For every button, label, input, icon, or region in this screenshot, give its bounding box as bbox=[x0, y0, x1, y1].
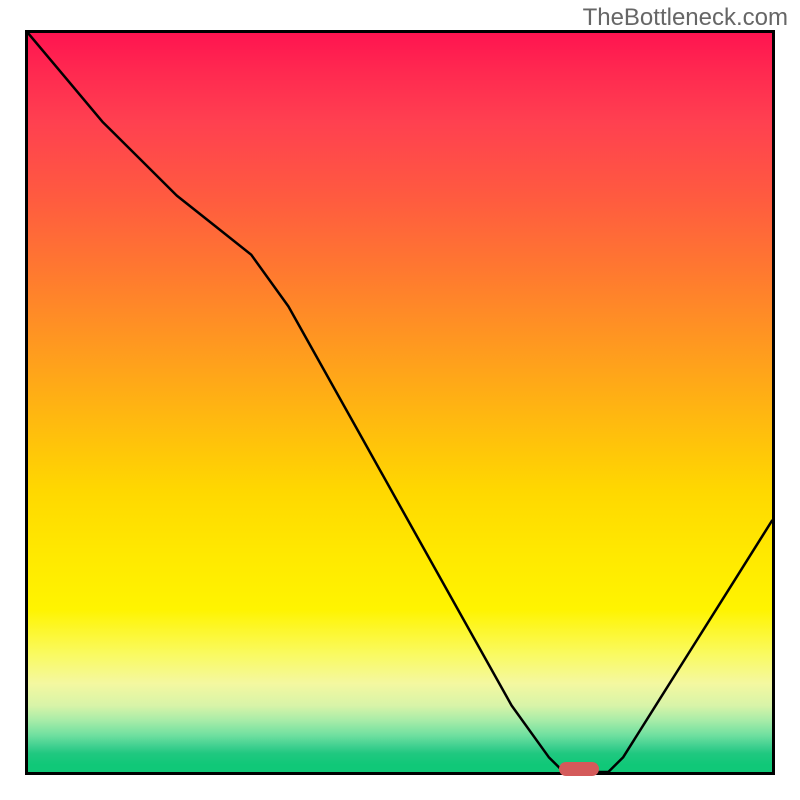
watermark-text: TheBottleneck.com bbox=[583, 4, 788, 32]
plot-area bbox=[25, 30, 775, 775]
chart-container: TheBottleneck.com bbox=[0, 0, 800, 800]
optimal-marker bbox=[559, 762, 599, 776]
bottleneck-curve bbox=[28, 33, 772, 772]
curve-svg bbox=[28, 33, 772, 772]
